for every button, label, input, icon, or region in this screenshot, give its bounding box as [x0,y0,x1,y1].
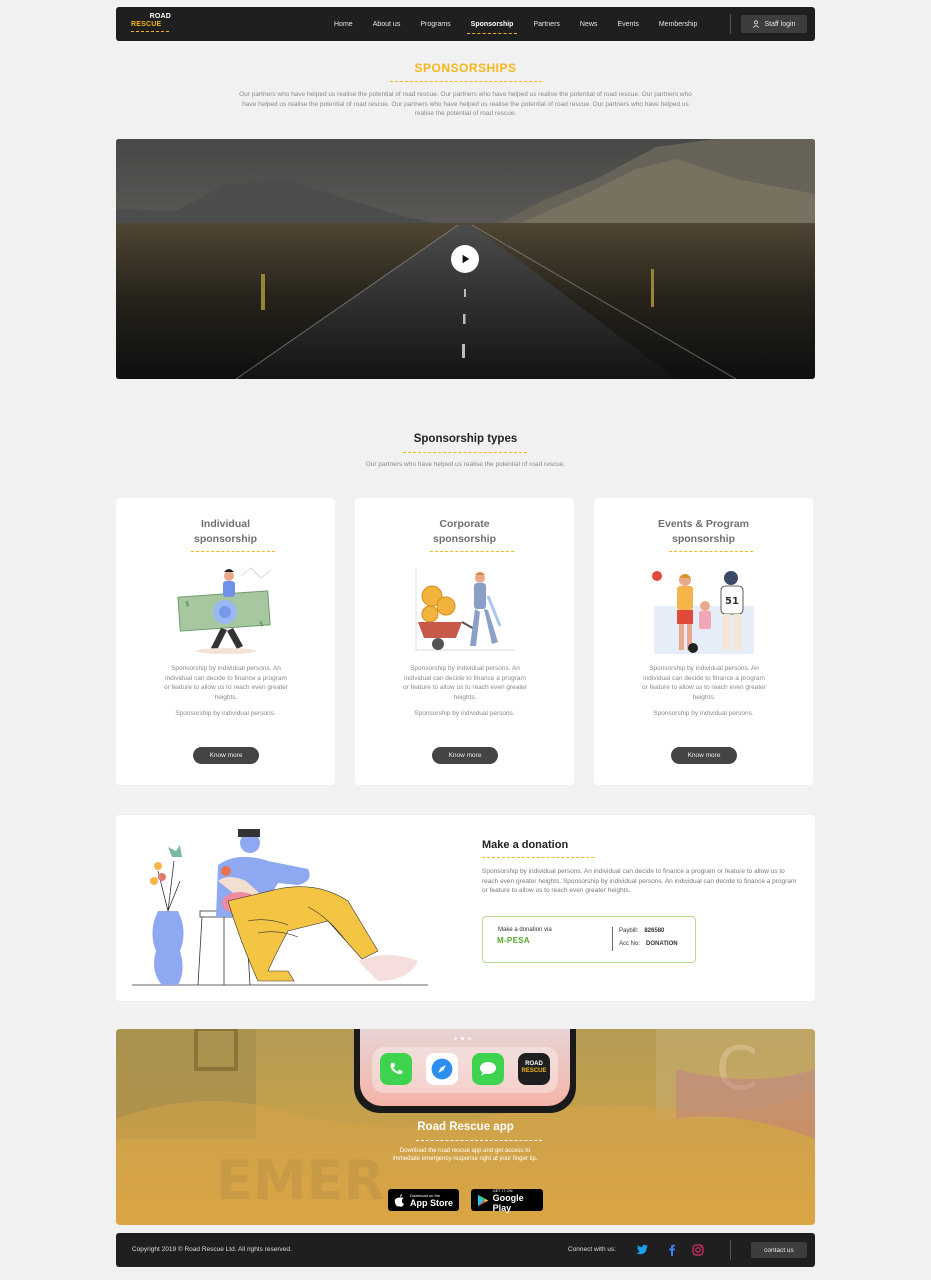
types-title-underline [403,452,527,453]
safari-app-icon [426,1053,458,1085]
card-title-underline [430,551,514,552]
top-navbar: ROAD RESCUE Home About us Programs Spons… [116,7,815,41]
play-icon [462,254,470,264]
account-value: DONATION [646,941,678,947]
nav-programs[interactable]: Programs [420,21,450,28]
card-title-underline [669,551,753,552]
facebook-icon[interactable] [665,1243,679,1257]
coin-wheelbarrow-illustration [415,568,514,651]
play-button[interactable] [451,245,479,273]
account-row: Acc No: DONATION [619,941,678,947]
compass-icon [431,1058,453,1080]
page-title: SPONSORSHIPS [414,61,517,75]
svg-text:EMER: EMER [216,1149,385,1212]
mpesa-via-label: Make a donation via [498,927,552,933]
nav-membership[interactable]: Membership [659,21,698,28]
twitter-icon[interactable] [635,1243,649,1257]
card-title: Individual sponsorship [193,518,257,545]
google-play-icon [477,1194,489,1206]
money-holder-illustration: $ $ [176,567,271,654]
know-more-button[interactable]: Know more [193,747,259,764]
copyright-text: Copyright 2019 © Road Rescue Ltd. All ri… [132,1246,292,1253]
app-description: Download the road rescue app and get acc… [392,1148,538,1162]
road-rescue-logo[interactable]: ROAD RESCUE [131,13,171,37]
phone-call-icon [390,1062,403,1074]
contact-us-button[interactable]: contact us [751,1242,807,1258]
hero-video[interactable] [116,139,815,379]
donation-illustration [132,829,428,986]
connect-label: Connect with us: [568,1246,617,1253]
user-icon [753,20,760,28]
donation-section: Make a donation Sponsorship by individua… [116,815,815,1001]
card-title: Corporate sponsorship [432,518,496,545]
logo-underline [131,31,169,32]
chat-bubble-icon [480,1062,496,1076]
messages-app-icon [472,1053,504,1085]
staff-login-label: Staff login [764,20,796,28]
nav-sponsorship[interactable]: Sponsorship [466,21,518,34]
paybill-label: Paybill: [619,928,639,934]
google-play-big-text: Google Play [492,1192,524,1213]
card-description: Sponsorship by individual persons. An in… [164,665,288,701]
svg-text:$: $ [185,600,189,608]
app-store-big-text: App Store [410,1197,454,1208]
nav-partners[interactable]: Partners [533,21,559,28]
phone-logo-line-2: RESCUE [521,1068,547,1074]
app-download-banner: C EMER ROAD RESCUE Road Rescue app Downl… [116,1029,815,1225]
logo-line-2: RESCUE [131,21,162,28]
know-more-button[interactable]: Know more [432,747,498,764]
logo-line-1: ROAD [149,13,171,20]
donation-title-underline [482,857,594,858]
account-label: Acc No: [619,941,641,947]
staff-login-button[interactable]: Staff login [741,15,807,33]
card-individual-sponsorship: Individual sponsorship $ $ Sponsorship b… [116,498,335,785]
types-title: Sponsorship types [413,433,518,445]
card-description-2: Sponsorship by individual persons. [653,710,754,717]
sports-team-illustration: 51 [651,571,754,654]
footer: Copyright 2019 © Road Rescue Ltd. All ri… [116,1233,815,1267]
app-title-underline [416,1140,542,1141]
google-play-button[interactable]: GET IT ON Google Play [471,1188,543,1213]
page-intro: Our partners who have helped us realise … [239,91,692,117]
phone-logo-line-1: ROAD [525,1061,543,1067]
nav-home[interactable]: Home [334,21,353,28]
mpesa-divider [612,927,613,951]
card-description-2: Sponsorship by individual persons. [414,710,515,717]
paybill-value: 826580 [644,928,665,934]
donation-title: Make a donation [482,839,569,851]
svg-text:$: $ [259,620,263,628]
mpesa-donation-box: Make a donation via M-PESA Paybill: 82658… [482,916,696,963]
card-events-program-sponsorship: Events & Program sponsorship 51 Sponsors… [594,498,813,785]
apple-icon [394,1194,404,1207]
mpesa-logo: M-PESA [497,936,530,945]
instagram-icon[interactable] [691,1243,705,1257]
paybill-row: Paybill: 826580 [619,928,664,934]
know-more-button[interactable]: Know more [671,747,737,764]
svg-text:51: 51 [725,596,739,607]
card-title-underline [191,551,275,552]
app-title: Road Rescue app [417,1121,514,1133]
footer-divider [730,1240,731,1260]
types-subtitle: Our partners who have helped us realise … [365,461,566,468]
nav-events[interactable]: Events [617,21,638,28]
nav-about-us[interactable]: About us [373,21,401,28]
app-store-button[interactable]: Download on the App Store [388,1189,459,1211]
title-underline [390,81,542,82]
card-description: Sponsorship by individual persons. An in… [403,665,527,701]
card-corporate-sponsorship: Corporate sponsorship Sponsorship by ind… [355,498,574,785]
phone-app-icon [380,1053,412,1085]
nav-divider [730,14,731,34]
card-description-2: Sponsorship by individual persons. [175,710,276,717]
nav-news[interactable]: News [580,21,598,28]
road-rescue-app-icon: ROAD RESCUE [518,1053,550,1085]
nav-links: Home About us Programs Sponsorship Partn… [334,7,717,41]
page-dots [454,1037,471,1040]
phone-mockup: ROAD RESCUE [354,1029,576,1113]
card-title: Events & Program sponsorship [657,518,750,545]
donation-text: Sponsorship by individual persons. An in… [482,868,797,894]
card-description: Sponsorship by individual persons. An in… [642,665,766,701]
